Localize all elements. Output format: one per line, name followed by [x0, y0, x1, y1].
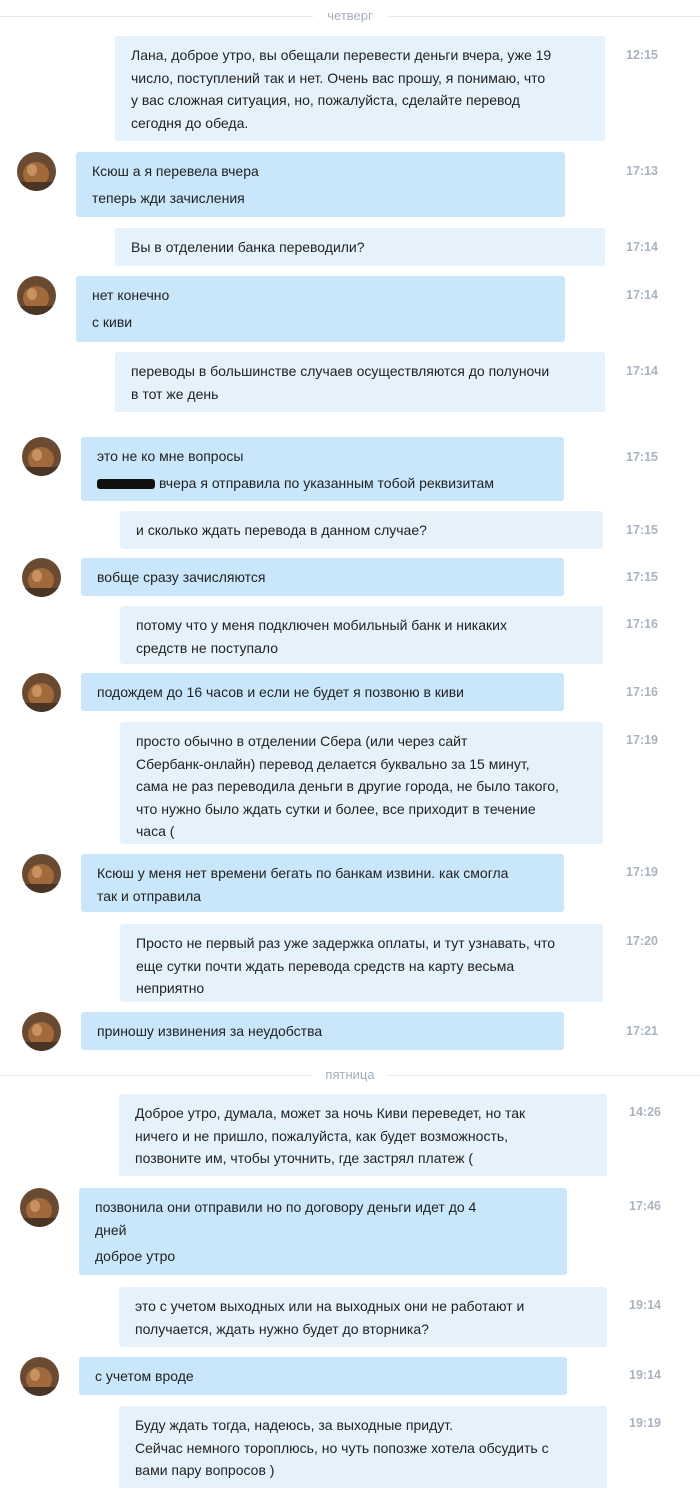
message-text: вами пару вопросов )	[135, 1462, 275, 1478]
message-text: и сколько ждать перевода в данном случае…	[136, 522, 427, 538]
message-time: 19:19	[629, 1416, 661, 1430]
message-text: число, поступлений так и нет. Очень вас …	[131, 69, 546, 86]
message-text: Сбербанк-онлайн) перевод делается буквал…	[136, 755, 530, 772]
message-outgoing[interactable]: и сколько ждать перевода в данном случае…	[120, 511, 603, 549]
message-text: это с учетом выходных или на выходных он…	[135, 1298, 525, 1314]
message-text: Буду ждать тогда, надеюсь, за выходные п…	[135, 1417, 454, 1433]
message-incoming[interactable]: вобще сразу зачисляются	[81, 558, 564, 596]
message-time: 17:14	[626, 364, 658, 378]
message-text: еще сутки почти ждать перевода средств н…	[136, 957, 515, 974]
message-outgoing[interactable]: потому что у меня подключен мобильный ба…	[120, 606, 603, 664]
message-text: позвоните им, чтобы уточнить, где застря…	[135, 1150, 474, 1166]
message-time: 19:14	[629, 1368, 661, 1382]
message-text: Сейчас немного тороплюсь, но чуть попозж…	[135, 1439, 549, 1456]
message-text: теперь жди зачисления	[92, 189, 245, 206]
message-text: что нужно было ждать сутки и более, все …	[136, 800, 536, 817]
message-text: доброе утро	[95, 1248, 176, 1264]
message-text: вобще сразу зачисляются	[97, 569, 266, 585]
redaction-mark	[97, 478, 155, 489]
message-text: вчера я отправила по указанным тобой рек…	[159, 474, 494, 491]
message-outgoing[interactable]: переводы в большинстве случаев осуществл…	[115, 352, 605, 412]
message-time: 17:16	[626, 617, 658, 631]
message-time: 19:14	[629, 1298, 661, 1312]
message-text: это не ко мне вопросы	[97, 448, 244, 464]
message-incoming[interactable]: Ксюш а я перевела вчера теперь жди зачис…	[76, 152, 565, 217]
message-text: потому что у меня подключен мобильный ба…	[136, 617, 507, 633]
avatar[interactable]	[22, 1012, 61, 1051]
message-outgoing[interactable]: это с учетом выходных или на выходных он…	[119, 1287, 607, 1347]
message-text: ничего и не пришло, пожалуйста, как буде…	[135, 1127, 509, 1144]
avatar[interactable]	[22, 558, 61, 597]
message-incoming[interactable]: подождем до 16 часов и если не будет я п…	[81, 673, 564, 711]
message-text: Лана, доброе утро, вы обещали перевести …	[131, 47, 552, 63]
avatar[interactable]	[20, 1188, 59, 1227]
message-time: 17:15	[626, 570, 658, 584]
message-time: 17:19	[626, 733, 658, 747]
message-text: Просто не первый раз уже задержка оплаты…	[136, 935, 556, 951]
message-time: 17:15	[626, 450, 658, 464]
message-time: 17:16	[626, 685, 658, 699]
message-text: нет конечно	[92, 287, 170, 303]
message-text: переводы в большинстве случаев осуществл…	[131, 363, 550, 379]
message-text: средств не поступало	[136, 639, 278, 656]
message-text: Ксюш а я перевела вчера	[92, 163, 259, 179]
day-separator: пятница	[0, 1065, 700, 1085]
message-text: подождем до 16 часов и если не будет я п…	[97, 684, 464, 700]
message-text: сама не раз переводила деньги в другие г…	[136, 778, 559, 794]
message-outgoing[interactable]: Буду ждать тогда, надеюсь, за выходные п…	[119, 1406, 607, 1488]
avatar[interactable]	[17, 276, 56, 315]
message-text: получается, ждать нужно будет до вторник…	[135, 1320, 429, 1337]
message-text: неприятно	[136, 980, 205, 996]
message-text: просто обычно в отделении Сбера (или чер…	[136, 733, 468, 749]
message-outgoing[interactable]: Вы в отделении банка переводили?	[115, 228, 605, 266]
avatar[interactable]	[22, 437, 61, 476]
message-incoming[interactable]: это не ко мне вопросы вчера я отправила …	[81, 437, 564, 501]
message-time: 17:19	[626, 865, 658, 879]
message-incoming[interactable]: позвонила они отправили но по договору д…	[79, 1188, 567, 1275]
message-text: в тот же день	[131, 385, 219, 402]
message-text: приношу извинения за неудобства	[97, 1023, 323, 1039]
avatar[interactable]	[17, 152, 56, 191]
message-text: дней	[95, 1221, 127, 1238]
message-text: с учетом вроде	[95, 1368, 194, 1384]
message-text: у вас сложная ситуация, но, пожалуйста, …	[131, 92, 520, 108]
message-incoming[interactable]: с учетом вроде	[79, 1357, 567, 1395]
message-text: позвонила они отправили но по договору д…	[95, 1199, 477, 1215]
message-time: 17:13	[626, 164, 658, 178]
day-separator: четверг	[0, 6, 700, 26]
message-text: Доброе утро, думала, может за ночь Киви …	[135, 1105, 526, 1121]
message-text: часа (	[136, 823, 175, 839]
message-incoming[interactable]: приношу извинения за неудобства	[81, 1012, 564, 1050]
message-time: 17:14	[626, 240, 658, 254]
message-time: 17:20	[626, 934, 658, 948]
avatar[interactable]	[22, 854, 61, 893]
message-incoming[interactable]: нет конечно с киви	[76, 276, 565, 342]
message-text: Вы в отделении банка переводили?	[131, 239, 365, 255]
message-time: 14:26	[629, 1105, 661, 1119]
message-text: с киви	[92, 313, 133, 330]
avatar[interactable]	[22, 673, 61, 712]
message-time: 17:14	[626, 288, 658, 302]
message-incoming[interactable]: Ксюш у меня нет времени бегать по банкам…	[81, 854, 564, 912]
message-text: Ксюш у меня нет времени бегать по банкам…	[97, 865, 509, 881]
day-label: пятница	[311, 1065, 389, 1085]
message-outgoing[interactable]: Просто не первый раз уже задержка оплаты…	[120, 924, 603, 1002]
message-text: так и отправила	[97, 887, 202, 904]
message-time: 17:15	[626, 523, 658, 537]
avatar[interactable]	[20, 1357, 59, 1396]
day-label: четверг	[313, 6, 387, 26]
message-outgoing[interactable]: Доброе утро, думала, может за ночь Киви …	[119, 1094, 607, 1176]
message-time: 12:15	[626, 48, 658, 62]
message-text: сегодня до обеда.	[131, 114, 249, 131]
message-outgoing[interactable]: просто обычно в отделении Сбера (или чер…	[120, 722, 603, 844]
message-outgoing[interactable]: Лана, доброе утро, вы обещали перевести …	[115, 36, 605, 141]
message-time: 17:21	[626, 1024, 658, 1038]
message-time: 17:46	[629, 1199, 661, 1213]
